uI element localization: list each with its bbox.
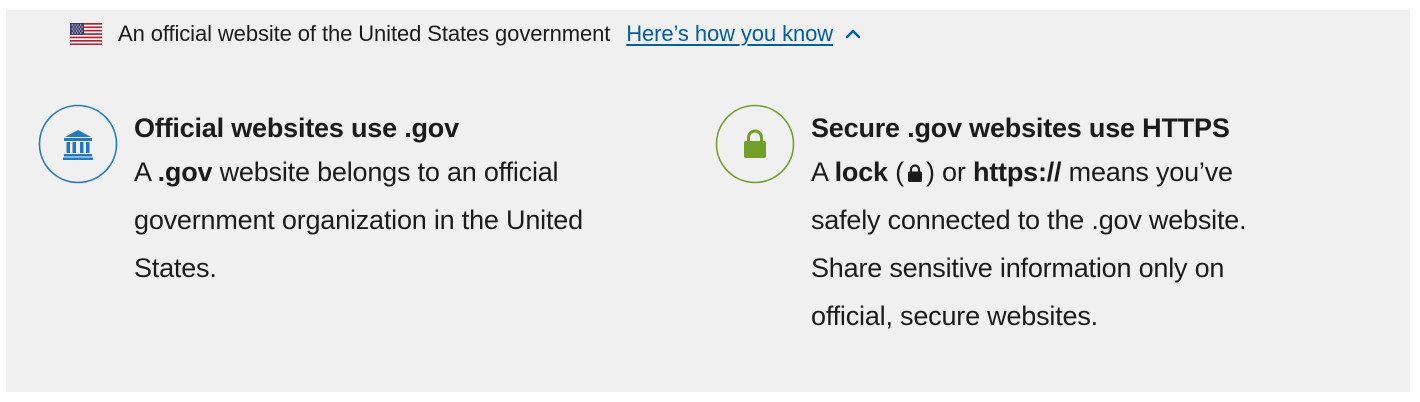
government-building-icon bbox=[38, 104, 118, 184]
https-line-2: safely connected to the .gov website. bbox=[811, 205, 1247, 235]
dotgov-body: A .gov website belongs to an official go… bbox=[134, 148, 583, 292]
paren-open: ( bbox=[887, 157, 904, 187]
gov-banner: An official website of the United States… bbox=[6, 10, 1410, 392]
dotgov-line-1-suffix: website belongs to an official bbox=[212, 157, 559, 187]
https-word: https:// bbox=[972, 157, 1062, 187]
https-line-1-a: A bbox=[811, 157, 835, 187]
how-you-know-label[interactable]: Here’s how you know bbox=[626, 21, 833, 47]
banner-header: An official website of the United States… bbox=[70, 16, 861, 52]
inline-lock-icon bbox=[907, 164, 922, 182]
us-flag-icon bbox=[70, 23, 102, 45]
lock-word: lock bbox=[834, 157, 888, 187]
dotgov-line-2: government organization in the United bbox=[134, 205, 583, 235]
dotgov-line-1: A .gov website belongs to an official bbox=[134, 148, 583, 196]
dotgov-bold: .gov bbox=[157, 157, 213, 187]
official-site-text: An official website of the United States… bbox=[118, 21, 611, 46]
dotgov-copy: Official websites use .gov A .gov websit… bbox=[134, 108, 583, 292]
lock-icon bbox=[715, 104, 795, 184]
how-you-know-button[interactable]: Here’s how you know bbox=[626, 21, 861, 47]
https-title: Secure .gov websites use HTTPS bbox=[811, 113, 1230, 143]
dotgov-line-1-prefix: A bbox=[134, 157, 158, 187]
https-body: A lock ( ) or https:// means you’ve safel… bbox=[811, 148, 1247, 340]
dotgov-title: Official websites use .gov bbox=[134, 113, 459, 143]
dotgov-line-3: States. bbox=[134, 253, 217, 283]
https-line-4: official, secure websites. bbox=[811, 301, 1098, 331]
https-line-1: A lock ( ) or https:// means you’ve bbox=[811, 148, 1246, 196]
chevron-up-icon[interactable] bbox=[845, 28, 861, 40]
https-line-1-suffix: means you’ve bbox=[1061, 157, 1233, 187]
https-copy: Secure .gov websites use HTTPS A lock ()… bbox=[811, 108, 1247, 340]
https-line-3: Share sensitive information only on bbox=[811, 253, 1225, 283]
paren-close: ) or bbox=[925, 157, 973, 187]
